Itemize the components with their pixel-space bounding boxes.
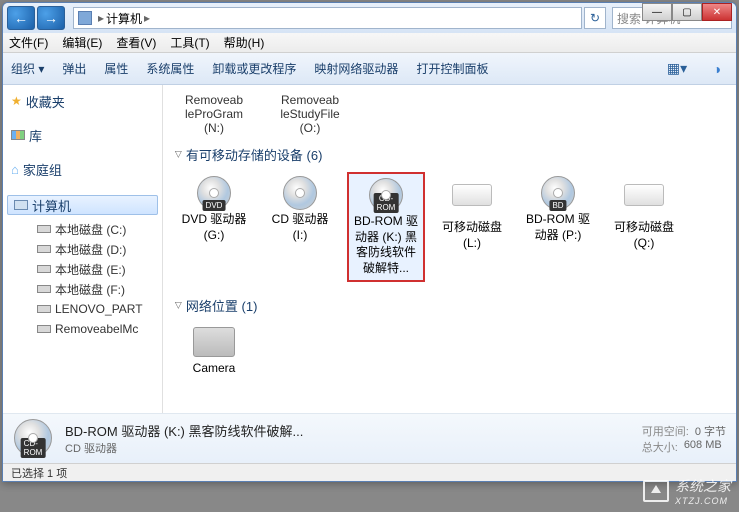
section-network-title[interactable]: 网络位置 (1)	[175, 296, 724, 315]
menu-edit[interactable]: 编辑(E)	[62, 34, 102, 51]
menubar: 文件(F) 编辑(E) 查看(V) 工具(T) 帮助(H)	[3, 33, 736, 53]
close-button[interactable]: ✕	[702, 3, 732, 21]
section-removable-title[interactable]: 有可移动存储的设备 (6)	[175, 145, 724, 164]
drive-icon	[37, 225, 51, 233]
disc-icon: DVD	[190, 176, 238, 208]
details-subtitle: CD 驱动器	[65, 440, 630, 456]
breadcrumb-segment[interactable]: 计算机	[106, 10, 142, 27]
sidebar-drive-e[interactable]: 本地磁盘 (E:)	[3, 259, 162, 279]
breadcrumb-sep: ▸	[144, 11, 150, 25]
drive-label: CD 驱动器 (I:)	[263, 212, 337, 243]
back-button[interactable]: ←	[7, 6, 35, 30]
menu-view[interactable]: 查看(V)	[116, 34, 156, 51]
drive-grid: DVDDVD 驱动器 (G:)CD 驱动器 (I:)CD-ROMBD-ROM 驱…	[175, 172, 724, 282]
refresh-button[interactable]: ↻	[584, 7, 606, 29]
homegroup-icon: ⌂	[11, 162, 19, 177]
details-icon: CD-ROM	[13, 419, 53, 459]
sidebar-favorites[interactable]: ★收藏夹	[3, 91, 162, 111]
disc-icon: BD	[534, 176, 582, 208]
star-icon: ★	[11, 94, 22, 108]
forward-button[interactable]: →	[37, 6, 65, 30]
sidebar-libraries[interactable]: 库	[3, 125, 162, 145]
explorer-window: — ▢ ✕ ← → ▸ 计算机 ▸ ↻ 搜索 计算机 文件(F) 编辑(E) 查…	[2, 2, 737, 482]
network-grid: Camera	[175, 323, 724, 381]
watermark: 系统之家 XTZJ.COM	[643, 476, 731, 506]
libraries-icon	[11, 130, 25, 140]
details-text: BD-ROM 驱动器 (K:) 黑客防线软件破解... CD 驱动器	[65, 421, 630, 456]
disc-badge: BD	[549, 200, 566, 211]
navigation-pane: ★收藏夹 库 ⌂家庭组 计算机 本地磁盘 (C:) 本地磁盘 (D:) 本地磁盘…	[3, 85, 163, 413]
minimize-button[interactable]: —	[642, 3, 672, 21]
computer-icon	[14, 200, 28, 210]
tb-sysprops[interactable]: 系统属性	[146, 60, 194, 77]
drive-icon	[37, 325, 51, 333]
breadcrumb-sep: ▸	[98, 11, 104, 25]
details-props: 可用空间:0 字节 总大小:608 MB	[642, 423, 726, 455]
menu-help[interactable]: 帮助(H)	[224, 34, 265, 51]
toolbar: 组织 ▾ 弹出 属性 系统属性 卸载或更改程序 映射网络驱动器 打开控制面板 ▦…	[3, 53, 736, 85]
status-bar: 已选择 1 项	[3, 463, 736, 481]
drive-label: BD-ROM 驱动器 (P:)	[521, 212, 595, 243]
drive-label: DVD 驱动器 (G:)	[177, 212, 251, 243]
sidebar-computer[interactable]: 计算机	[7, 195, 158, 215]
disc-icon: CD-ROM	[362, 178, 410, 210]
sidebar-homegroup[interactable]: ⌂家庭组	[3, 159, 162, 179]
tb-uninstall[interactable]: 卸载或更改程序	[212, 60, 296, 77]
drive-item[interactable]: BDBD-ROM 驱动器 (P:)	[519, 172, 597, 282]
sidebar-drive-removable[interactable]: RemoveabelMc	[3, 319, 162, 339]
drive-item[interactable]: CD 驱动器 (I:)	[261, 172, 339, 282]
removable-disk-icon	[448, 184, 496, 216]
body: ★收藏夹 库 ⌂家庭组 计算机 本地磁盘 (C:) 本地磁盘 (D:) 本地磁盘…	[3, 85, 736, 413]
removable-disk-icon	[620, 184, 668, 216]
tb-controlpanel[interactable]: 打开控制面板	[416, 60, 488, 77]
tb-properties[interactable]: 属性	[104, 60, 128, 77]
disc-icon	[276, 176, 324, 208]
drive-item[interactable]: 可移动磁盘 (Q:)	[605, 172, 683, 282]
drive-icon	[37, 265, 51, 273]
tb-mapdrive[interactable]: 映射网络驱动器	[314, 60, 398, 77]
top-folder-row: Removeab leProGram (N:) Removeab leStudy…	[175, 93, 724, 135]
cdrom-badge: CD-ROM	[21, 438, 46, 458]
window-controls: — ▢ ✕	[642, 3, 732, 21]
tb-eject[interactable]: 弹出	[62, 60, 86, 77]
nav-buttons: ← →	[7, 6, 65, 30]
folder-item[interactable]: Removeab leStudyFile (O:)	[271, 93, 349, 135]
computer-icon	[78, 11, 92, 25]
titlebar: ← → ▸ 计算机 ▸ ↻ 搜索 计算机	[3, 3, 736, 33]
watermark-logo-icon	[643, 480, 669, 502]
network-item-camera[interactable]: Camera	[175, 323, 253, 381]
folder-item[interactable]: Removeab leProGram (N:)	[175, 93, 253, 135]
address-bar[interactable]: ▸ 计算机 ▸	[73, 7, 582, 29]
content-pane: Removeab leProGram (N:) Removeab leStudy…	[163, 85, 736, 413]
menu-tools[interactable]: 工具(T)	[170, 34, 209, 51]
tb-organize[interactable]: 组织 ▾	[11, 60, 44, 77]
sidebar-drive-c[interactable]: 本地磁盘 (C:)	[3, 219, 162, 239]
drive-icon	[37, 285, 51, 293]
sidebar-drive-lenovo[interactable]: LENOVO_PART	[3, 299, 162, 319]
help-icon[interactable]: ◑	[706, 58, 728, 80]
menu-file[interactable]: 文件(F)	[9, 34, 48, 51]
details-title: BD-ROM 驱动器 (K:) 黑客防线软件破解...	[65, 421, 630, 440]
details-pane: CD-ROM BD-ROM 驱动器 (K:) 黑客防线软件破解... CD 驱动…	[3, 413, 736, 463]
drive-icon	[37, 305, 51, 313]
drive-item[interactable]: 可移动磁盘 (L:)	[433, 172, 511, 282]
drive-label: 可移动磁盘 (L:)	[435, 220, 509, 251]
view-options-icon[interactable]: ▦▾	[666, 58, 688, 80]
maximize-button[interactable]: ▢	[672, 3, 702, 21]
disc-badge: CD-ROM	[374, 193, 399, 213]
camera-icon	[193, 327, 235, 357]
drive-label: 可移动磁盘 (Q:)	[607, 220, 681, 251]
drive-item[interactable]: CD-ROMBD-ROM 驱动器 (K:) 黑客防线软件破解特...	[347, 172, 425, 282]
disc-badge: DVD	[203, 200, 226, 211]
drive-label: BD-ROM 驱动器 (K:) 黑客防线软件破解特...	[351, 214, 421, 276]
drive-item[interactable]: DVDDVD 驱动器 (G:)	[175, 172, 253, 282]
drive-icon	[37, 245, 51, 253]
sidebar-drive-f[interactable]: 本地磁盘 (F:)	[3, 279, 162, 299]
sidebar-drive-d[interactable]: 本地磁盘 (D:)	[3, 239, 162, 259]
